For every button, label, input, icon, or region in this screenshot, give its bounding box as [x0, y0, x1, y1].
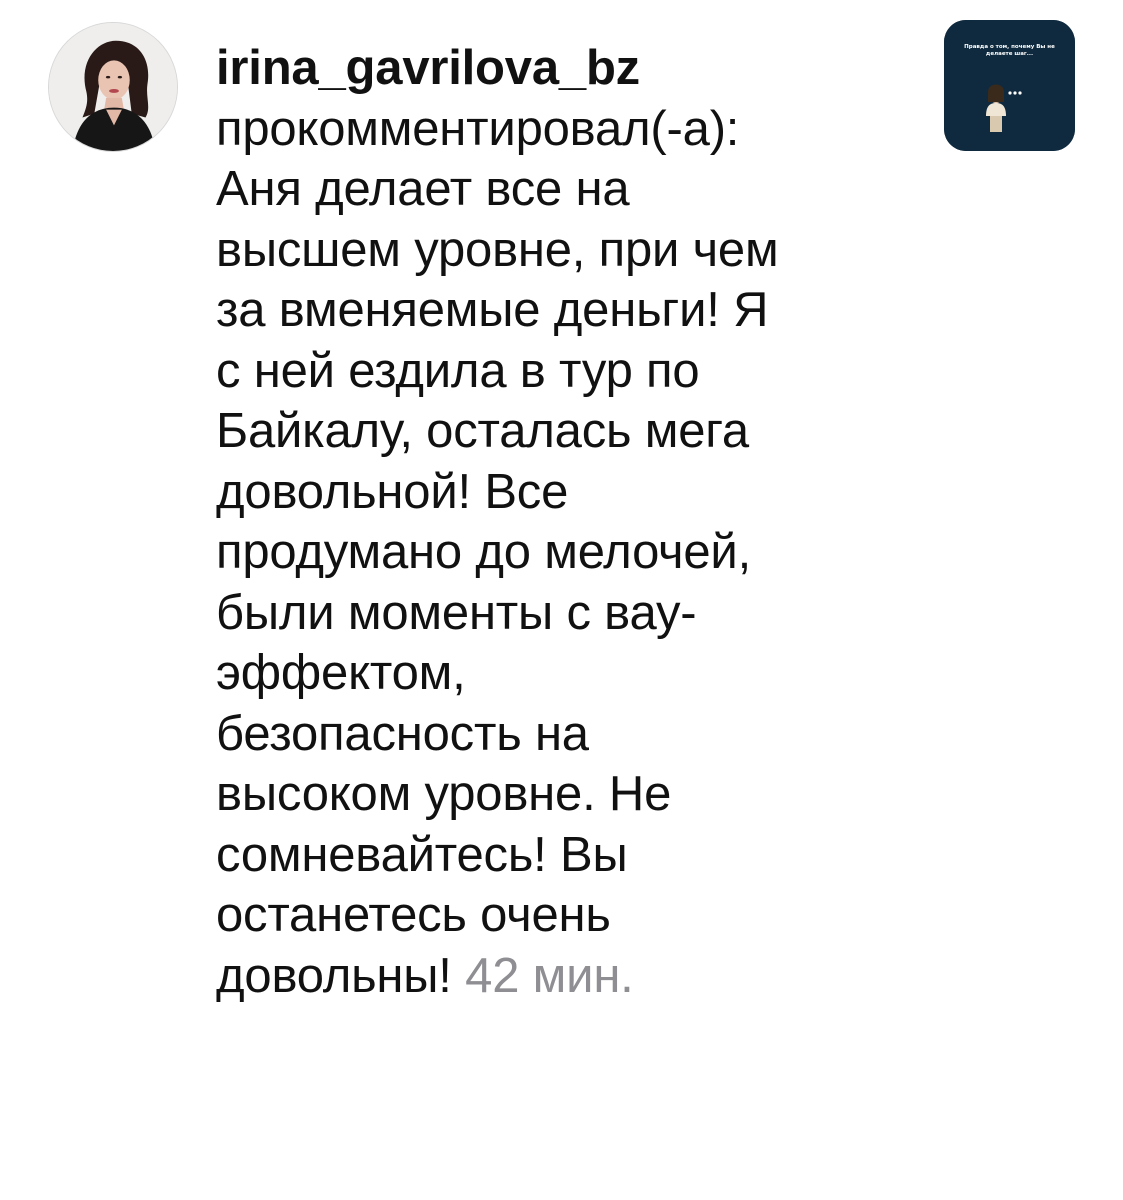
- comment-line: за вменяемые деньги! Я: [216, 283, 769, 337]
- avatar-photo: [49, 23, 177, 151]
- comment-line: высшем уровне, при чем: [216, 222, 779, 277]
- comment-line: сомневайтесь! Вы: [216, 827, 628, 882]
- comment-text-block: irina_gavrilova_bz прокомментировал(-а):…: [216, 38, 916, 1006]
- comment-final-text: довольны!: [216, 948, 452, 1003]
- story-preview-image: [944, 20, 1075, 151]
- comment-line: Байкалу, осталась мега: [216, 404, 749, 458]
- comment-line: эффектом,: [216, 646, 466, 700]
- comment-line: были моменты с вау-: [216, 585, 697, 640]
- story-thumbnail[interactable]: Правда о том, почему Вы не делаете шаг..…: [944, 20, 1075, 151]
- comment-line: останетесь очень: [216, 888, 611, 942]
- comment-line: высоком уровне. Не: [216, 767, 672, 821]
- user-avatar[interactable]: [48, 22, 178, 152]
- comment-line: безопасность на: [216, 706, 589, 761]
- comment-notification[interactable]: irina_gavrilova_bz прокомментировал(-а):…: [0, 0, 1123, 1200]
- story-caption: Правда о том, почему Вы не делаете шаг..…: [964, 44, 1055, 57]
- comment-line: Аня делает все на: [216, 162, 630, 216]
- timestamp: 42 мин.: [465, 948, 634, 1003]
- comment-last-line: довольны! 42 мин.: [216, 946, 916, 1007]
- comment-line: продумано до мелочей,: [216, 525, 752, 579]
- username-link[interactable]: irina_gavrilova_bz: [216, 38, 916, 99]
- comment-line: с ней ездила в тур по: [216, 343, 700, 398]
- action-text: прокомментировал(-а):: [216, 101, 740, 156]
- comment-line: довольной! Все: [216, 464, 569, 519]
